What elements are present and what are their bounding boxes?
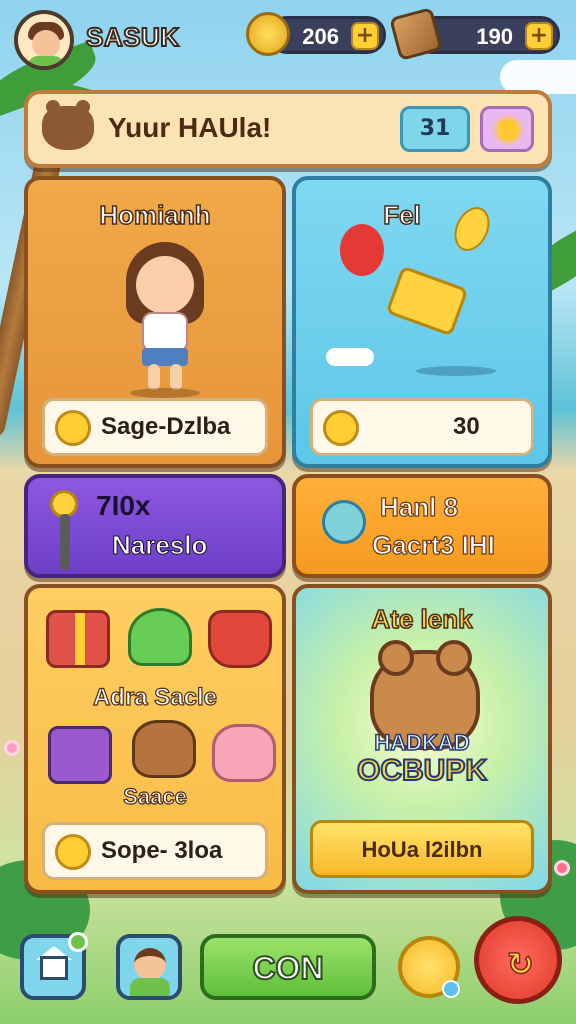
orange-card[interactable]: Hanl 8 Gacrt3 IHI: [292, 474, 552, 578]
balloon-icon: [340, 224, 384, 276]
pig-icon[interactable]: [212, 724, 276, 782]
profile-icon: [134, 948, 166, 980]
items-card[interactable]: Adra Sacle Saace Sope- 3loa: [24, 584, 286, 894]
flower: [4, 740, 20, 756]
next-button[interactable]: ↻: [474, 916, 562, 1004]
items-label: Adra Sacle: [92, 683, 218, 711]
leaf-coin-icon: [55, 410, 91, 446]
purple-card[interactable]: 7I0x Nareslo: [24, 474, 286, 578]
fel-card[interactable]: Fel 30: [292, 176, 552, 468]
character-card-footer-text: Sage-Dzlba: [101, 413, 231, 440]
home-button[interactable]: [20, 932, 88, 1000]
add-wood-button[interactable]: +: [525, 22, 553, 50]
flower: [554, 860, 570, 876]
girl-face: [136, 256, 194, 314]
cloud: [326, 348, 374, 366]
player-avatar[interactable]: [14, 10, 74, 70]
fel-card-value: 30: [453, 413, 480, 440]
orange-card-line2: Gacrt3 IHI: [371, 529, 495, 560]
con-button-label: CON: [251, 949, 324, 987]
profile-button[interactable]: [116, 934, 182, 1000]
next-arrow-icon: ↻: [506, 944, 534, 984]
top-bar: SASUK 206 + 190 +: [0, 0, 576, 80]
page-title: Yuur HAUla!: [108, 112, 272, 143]
star-coin-icon: [323, 410, 359, 446]
home-icon: [40, 956, 68, 980]
girl-character: [120, 242, 210, 398]
magic-wand-icon: [50, 490, 78, 570]
girl-shorts: [142, 348, 188, 366]
con-button[interactable]: CON: [200, 934, 376, 1000]
bear-icon: [42, 100, 94, 150]
character-card-footer[interactable]: Sage-Dzlba: [42, 398, 268, 456]
girl-leg: [170, 364, 182, 390]
sun-button[interactable]: [480, 106, 534, 152]
purple-card-line1: 7I0x: [96, 490, 151, 521]
flying-toy-icon: [385, 265, 469, 337]
items-sub-label: Saace: [123, 783, 188, 809]
avatar-face: [32, 30, 60, 58]
items-card-footer[interactable]: Sope- 3loa: [42, 822, 268, 880]
orange-card-line1: Hanl 8: [379, 491, 459, 522]
girl-shirt: [142, 312, 188, 352]
coin-icon: [246, 12, 290, 56]
character-card[interactable]: Homianh Sage-Dzlba: [24, 176, 286, 468]
header-panel: Yuur HAUla! 31: [24, 90, 552, 168]
green-gem-icon[interactable]: [128, 608, 192, 666]
toy-shadow: [416, 366, 496, 376]
bonus-card-title: Ate lenk: [371, 603, 474, 635]
sun-icon: [497, 119, 519, 141]
add-coins-button[interactable]: +: [351, 22, 379, 50]
bonus-big-text-1: HADKAD: [374, 729, 471, 756]
bonus-card[interactable]: Ate lenk HADKAD OCBUPK HoUa l2ilbn: [292, 584, 552, 894]
coin-amount: 206: [302, 24, 339, 49]
count-badge[interactable]: 31: [400, 106, 470, 152]
gift-icon[interactable]: [46, 610, 110, 668]
girl-leg: [148, 364, 160, 390]
profile-body: [130, 978, 170, 996]
spellbook-icon[interactable]: [48, 726, 112, 784]
coin-icon: [55, 834, 91, 870]
character-card-title: Homianh: [99, 199, 212, 231]
wood-amount: 190: [476, 24, 513, 49]
owl-icon: [322, 500, 366, 544]
fel-card-footer[interactable]: 30: [310, 398, 534, 456]
purple-card-line2: Nareslo: [111, 530, 208, 561]
sun-badge: [442, 980, 460, 998]
basket-icon[interactable]: [208, 610, 272, 668]
fox-icon[interactable]: [132, 720, 196, 778]
wand-stick: [60, 514, 70, 570]
fel-card-title: Fel: [382, 199, 421, 231]
bonus-big-text-2: OCBUPK: [356, 753, 488, 788]
girl-shadow: [130, 388, 200, 398]
sun-icon[interactable]: [398, 936, 460, 998]
bonus-button-label: HoUa l2ilbn: [361, 837, 483, 862]
bonus-claim-button[interactable]: HoUa l2ilbn: [310, 820, 534, 878]
notification-badge: [68, 932, 88, 952]
player-name: SASUK: [85, 21, 180, 53]
avatar-shirt: [28, 56, 64, 66]
items-card-footer-text: Sope- 3loa: [101, 837, 223, 864]
